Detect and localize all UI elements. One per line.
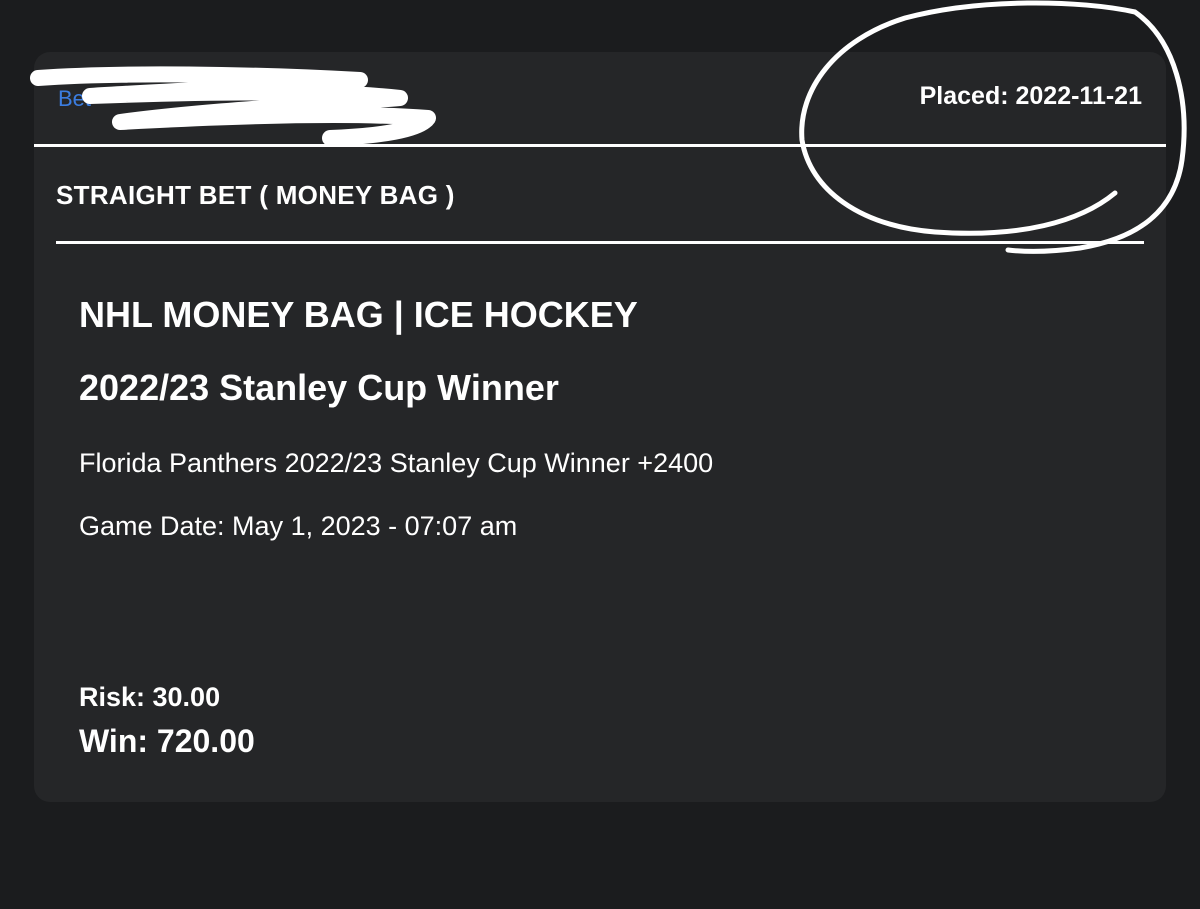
selection-line: Florida Panthers 2022/23 Stanley Cup Win… (79, 448, 714, 478)
bet-type-label: STRAIGHT BET ( MONEY BAG ) (56, 180, 455, 210)
bet-id-link[interactable]: Bet (58, 86, 91, 112)
win-amount: Win: 720.00 (79, 723, 255, 759)
game-date: Game Date: May 1, 2023 - 07:07 am (79, 511, 518, 541)
ticket-header: Bet Placed: 2022-11-21 (34, 52, 1166, 146)
page: Bet Placed: 2022-11-21 STRAIGHT BET ( MO… (0, 0, 1200, 909)
league-title: NHL MONEY BAG | ICE HOCKEY (79, 294, 638, 335)
placed-date: Placed: 2022-11-21 (919, 82, 1142, 110)
bet-type-divider (56, 241, 1144, 244)
market-title: 2022/23 Stanley Cup Winner (79, 367, 559, 408)
bet-ticket-card: Bet Placed: 2022-11-21 STRAIGHT BET ( MO… (34, 52, 1166, 802)
risk-amount: Risk: 30.00 (79, 682, 221, 712)
header-divider (34, 144, 1166, 147)
